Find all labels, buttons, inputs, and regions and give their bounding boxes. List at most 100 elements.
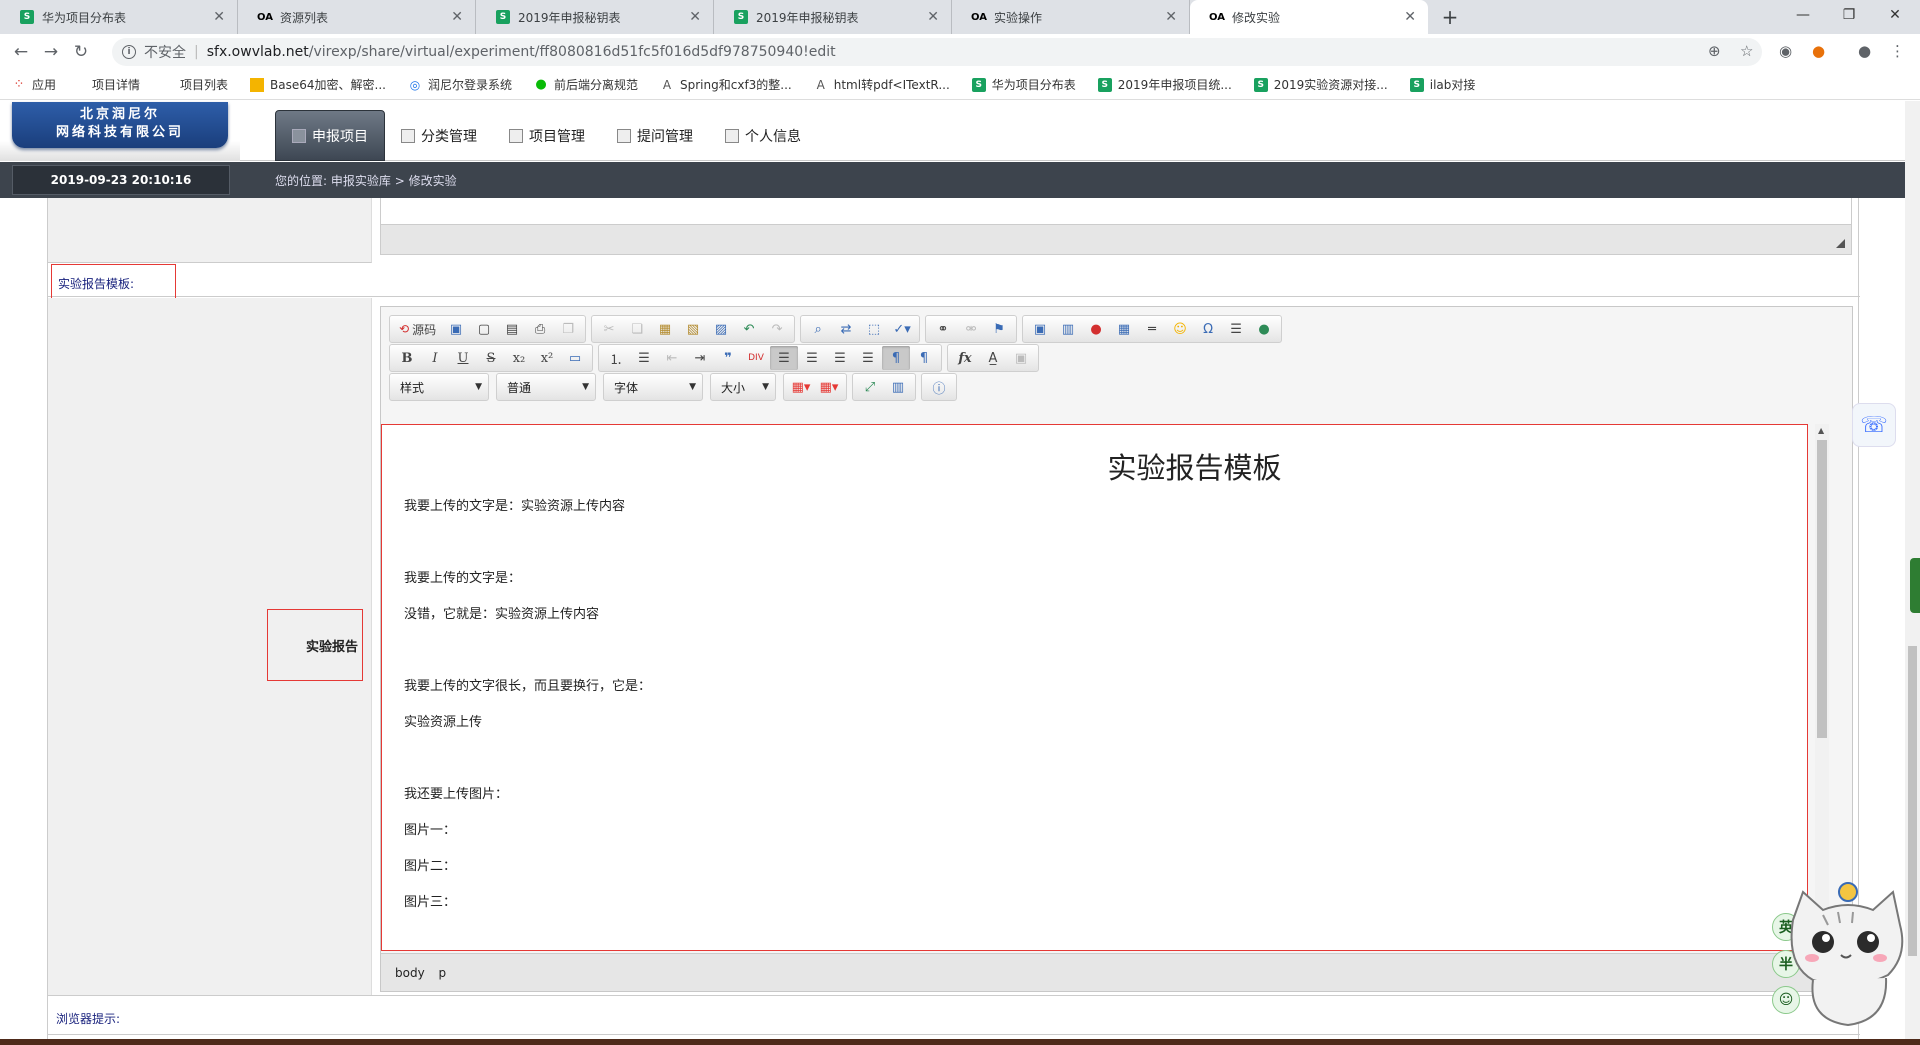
copy-icon[interactable]: ❏ xyxy=(623,317,651,341)
side-tab[interactable] xyxy=(1910,558,1920,613)
info-icon[interactable]: i xyxy=(122,45,136,59)
browser-tab[interactable]: OA 资源列表 ✕ xyxy=(238,0,476,34)
align-center-icon[interactable]: ☰ xyxy=(798,346,826,370)
numbered-list-icon[interactable]: ⒈ xyxy=(602,346,630,370)
browser-tab[interactable]: S 华为项目分布表 ✕ xyxy=(0,0,238,34)
bold-icon[interactable]: B xyxy=(393,346,421,370)
extension-icon[interactable]: ● xyxy=(1812,42,1825,60)
zoom-icon[interactable]: ⊕ xyxy=(1708,42,1721,60)
print-icon[interactable]: ⎙ xyxy=(526,317,554,341)
profile-icon[interactable]: ● xyxy=(1858,42,1871,60)
browser-tab[interactable]: S 2019年申报秘钥表 ✕ xyxy=(476,0,714,34)
image-icon[interactable]: ▣ xyxy=(1026,317,1054,341)
bookmark-item[interactable]: Ahtml转pdf<ITextR... xyxy=(814,76,950,93)
replace-icon[interactable]: ⇄ xyxy=(832,317,860,341)
horizontal-rule-icon[interactable]: ═ xyxy=(1138,317,1166,341)
bookmark-item[interactable]: Base64加密、解密... xyxy=(250,76,386,93)
templates-icon[interactable]: ❐ xyxy=(554,317,582,341)
bg-color-icon[interactable]: ▦▾ xyxy=(815,375,843,399)
close-window-icon[interactable]: ✕ xyxy=(1872,0,1918,30)
paste-icon[interactable]: ▦ xyxy=(651,317,679,341)
text-field-icon[interactable]: A̲ xyxy=(979,346,1007,370)
undo-icon[interactable]: ↶ xyxy=(735,317,763,341)
size-dropdown[interactable]: 大小 ▼ xyxy=(710,373,776,401)
select-all-icon[interactable]: ⬚ xyxy=(860,317,888,341)
scrollbar-thumb[interactable] xyxy=(1817,440,1827,738)
forward-icon[interactable]: → xyxy=(36,42,66,62)
breadcrumb-link[interactable]: 申报实验库 xyxy=(331,174,391,188)
paste-word-icon[interactable]: ▨ xyxy=(707,317,735,341)
superscript-icon[interactable]: x² xyxy=(533,346,561,370)
style-dropdown[interactable]: 样式 ▼ xyxy=(389,373,489,401)
cut-icon[interactable]: ✂ xyxy=(595,317,623,341)
tab-close-icon[interactable]: ✕ xyxy=(689,9,701,25)
nav-declare-project[interactable]: 申报项目 xyxy=(275,110,385,161)
tab-close-icon[interactable]: ✕ xyxy=(451,9,463,25)
subscript-icon[interactable]: x₂ xyxy=(505,346,533,370)
format-dropdown[interactable]: 普通 ▼ xyxy=(496,373,596,401)
font-dropdown[interactable]: 字体 ▼ xyxy=(603,373,703,401)
new-page-icon[interactable]: ▢ xyxy=(470,317,498,341)
cat-mascot-icon[interactable] xyxy=(1768,880,1908,1030)
resize-grip-icon[interactable] xyxy=(1836,239,1845,248)
outdent-icon[interactable]: ⇤ xyxy=(658,346,686,370)
remove-format-icon[interactable]: ▭ xyxy=(561,346,589,370)
formula-icon[interactable]: fx xyxy=(951,346,979,370)
underline-icon[interactable]: U xyxy=(449,346,477,370)
bookmark-item[interactable]: 项目列表 xyxy=(180,76,228,93)
div-icon[interactable]: DIV xyxy=(742,346,770,370)
nav-questions[interactable]: 提问管理 xyxy=(601,110,709,161)
image-field-icon[interactable]: ▣ xyxy=(1007,346,1035,370)
justify-icon[interactable]: ☰ xyxy=(854,346,882,370)
tab-close-icon[interactable]: ✕ xyxy=(1404,9,1416,25)
browser-tab[interactable]: OA 实验操作 ✕ xyxy=(952,0,1190,34)
anchor-icon[interactable]: ⚑ xyxy=(985,317,1013,341)
bookmark-item[interactable]: S 2019年申报项目统... xyxy=(1097,76,1232,93)
bookmark-item[interactable]: S 华为项目分布表 xyxy=(971,76,1076,93)
minimize-icon[interactable]: — xyxy=(1780,0,1826,30)
flash-icon[interactable]: ● xyxy=(1082,317,1110,341)
path-element[interactable]: body xyxy=(395,966,425,980)
tab-close-icon[interactable]: ✕ xyxy=(213,9,225,25)
bookmark-item[interactable]: S 2019实验资源对接... xyxy=(1253,76,1388,93)
preview-icon[interactable]: ▤ xyxy=(498,317,526,341)
rtl-icon[interactable]: ¶ xyxy=(910,346,938,370)
tab-close-icon[interactable]: ✕ xyxy=(927,9,939,25)
bookmark-item[interactable]: Silab对接 xyxy=(1409,76,1475,93)
editor-scrollbar[interactable]: ▲ xyxy=(1815,424,1829,951)
ltr-icon[interactable]: ¶ xyxy=(882,346,910,370)
menu-icon[interactable]: ⋮ xyxy=(1890,42,1905,60)
scrollbar-thumb[interactable] xyxy=(1908,646,1917,956)
show-blocks-icon[interactable]: ▥ xyxy=(884,375,912,399)
bookmark-item[interactable]: ◎ 润尼尔登录系统 xyxy=(408,76,512,93)
blockquote-icon[interactable]: ❞ xyxy=(714,346,742,370)
bookmark-item[interactable]: ● 前后端分离规范 xyxy=(534,76,638,93)
customer-service-icon[interactable]: ☏ xyxy=(1852,403,1896,447)
link-icon[interactable]: ⚭ xyxy=(929,317,957,341)
strike-icon[interactable]: S xyxy=(477,346,505,370)
bulleted-list-icon[interactable]: ☰ xyxy=(630,346,658,370)
new-tab-button[interactable]: + xyxy=(1436,3,1464,31)
maximize-icon[interactable]: ⤢ xyxy=(856,375,884,399)
smiley-icon[interactable]: ☺ xyxy=(1166,317,1194,341)
nav-project[interactable]: 项目管理 xyxy=(493,110,601,161)
source-button[interactable]: ⟲ 源码 xyxy=(393,317,442,341)
restore-icon[interactable]: ❐ xyxy=(1826,0,1872,30)
reload-icon[interactable]: ↻ xyxy=(66,42,96,62)
previous-editor[interactable] xyxy=(380,198,1852,255)
iframe-icon[interactable]: ● xyxy=(1250,317,1278,341)
browser-tab-active[interactable]: OA 修改实验 ✕ xyxy=(1190,0,1428,34)
nav-profile[interactable]: 个人信息 xyxy=(709,110,817,161)
bookmark-item[interactable]: 项目详情 xyxy=(92,76,140,93)
page-break-icon[interactable]: ☰ xyxy=(1222,317,1250,341)
text-color-icon[interactable]: ▦▾ xyxy=(787,375,815,399)
bookmark-star-icon[interactable]: ☆ xyxy=(1740,42,1753,60)
align-left-icon[interactable]: ☰ xyxy=(770,346,798,370)
address-bar[interactable]: i 不安全 | sfx.owvlab.net /virexp/share/vir… xyxy=(112,38,1762,66)
back-icon[interactable]: ← xyxy=(6,42,36,62)
bookmark-apps[interactable]: ⁘ 应用 xyxy=(12,76,56,93)
italic-icon[interactable]: I xyxy=(421,346,449,370)
spellcheck-icon[interactable]: ✓▾ xyxy=(888,317,916,341)
path-element[interactable]: p xyxy=(439,966,447,980)
scroll-up-icon[interactable]: ▲ xyxy=(1818,426,1824,435)
